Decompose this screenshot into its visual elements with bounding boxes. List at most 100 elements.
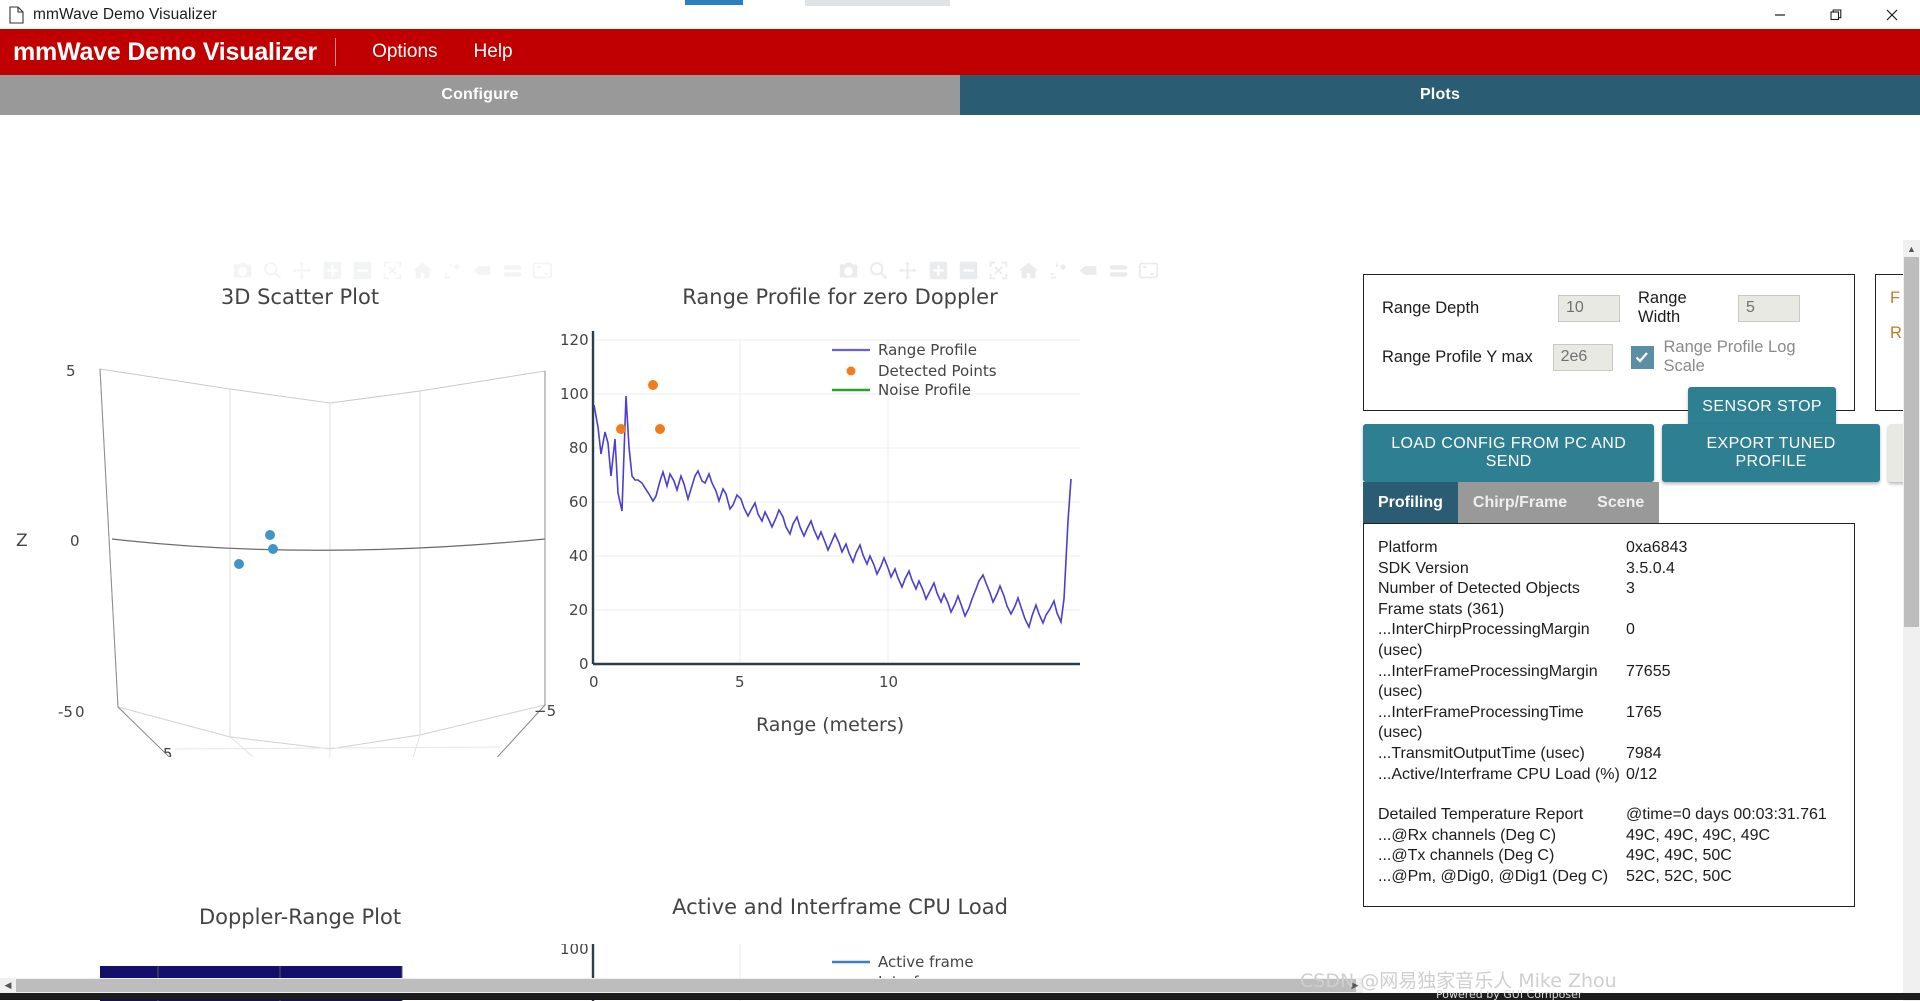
tab-plots[interactable]: Plots: [960, 75, 1920, 115]
horizontal-scroll-thumb[interactable]: [16, 979, 1356, 992]
row-value: [1626, 600, 1854, 621]
table-row: Frame stats (361): [1378, 600, 1854, 621]
minimize-button[interactable]: [1752, 0, 1808, 29]
y-tick-0: 0: [75, 703, 85, 721]
autoscale-icon[interactable]: [988, 260, 1009, 281]
maximize-button[interactable]: [1808, 0, 1864, 29]
3d-scatter-plot[interactable]: 3D Scatter Plot 5 0 -5 Z −5 0: [0, 285, 600, 765]
row-value: 52C, 52C, 50C: [1626, 867, 1854, 888]
zoom-in-icon[interactable]: [322, 260, 343, 281]
compare-data-icon[interactable]: [502, 260, 523, 281]
zoom-icon[interactable]: [262, 260, 283, 281]
horizontal-scrollbar[interactable]: ◀ ▶: [0, 978, 1363, 993]
spike-lines-icon[interactable]: [442, 260, 463, 281]
range-depth-row: Range Depth 10 Range Width 5: [1382, 289, 1836, 327]
row-key: ...@Tx channels (Deg C): [1378, 846, 1626, 867]
export-tuned-profile-button[interactable]: EXPORT TUNED PROFILE: [1662, 424, 1879, 482]
vertical-scroll-thumb[interactable]: [1904, 257, 1919, 627]
row-key: ...TransmitOutputTime (usec): [1378, 744, 1626, 765]
scatter-point: [268, 544, 278, 554]
rp-ytick-120: 120: [560, 331, 589, 349]
rp-xtick-0: 0: [589, 673, 599, 691]
main-tab-bar: Configure Plots: [0, 75, 1920, 115]
show-closest-icon[interactable]: [1078, 260, 1099, 281]
row-key: SDK Version: [1378, 559, 1626, 580]
tab-chirp-frame[interactable]: Chirp/Frame: [1458, 482, 1582, 523]
range-profile-plot[interactable]: Range Profile for zero Doppler 120 100 8…: [560, 285, 1120, 765]
watermark-subtext: Powered by GUI Composer: [1436, 988, 1582, 1001]
table-row: ...@Tx channels (Deg C) 49C, 49C, 50C: [1378, 846, 1854, 867]
range-profile-line: [594, 396, 1071, 627]
window-title: mmWave Demo Visualizer: [33, 6, 217, 24]
autoscale-icon[interactable]: [382, 260, 403, 281]
pan-icon[interactable]: [292, 260, 313, 281]
app-brand-title: mmWave Demo Visualizer: [13, 38, 335, 67]
range-profile-log-scale-label: Range Profile Log Scale: [1664, 338, 1837, 376]
range-profile-log-scale-checkbox[interactable]: [1631, 346, 1653, 369]
camera-icon[interactable]: [232, 260, 253, 281]
home-icon[interactable]: [412, 260, 433, 281]
table-row: Detailed Temperature Report @time=0 days…: [1378, 805, 1854, 826]
row-value: 0xa6843: [1626, 538, 1854, 559]
range-depth-input[interactable]: 10: [1558, 295, 1620, 322]
window-bottom-edge: [0, 993, 1920, 1000]
row-value: 1765: [1626, 703, 1854, 744]
table-row: ...@Pm, @Dig0, @Dig1 (Deg C) 52C, 52C, 5…: [1378, 867, 1854, 888]
window-controls: [1752, 0, 1920, 29]
header-divider: [335, 38, 336, 66]
right-plot-modebar[interactable]: [838, 258, 1159, 282]
row-value: 49C, 49C, 50C: [1626, 846, 1854, 867]
row-value: 0/12: [1626, 765, 1854, 786]
range-ymax-row: Range Profile Y max 2e6 Range Profile Lo…: [1382, 338, 1836, 376]
detected-point: [648, 380, 658, 390]
zoom-icon[interactable]: [868, 260, 889, 281]
range-width-label: Range Width: [1638, 289, 1728, 327]
load-config-button[interactable]: LOAD CONFIG FROM PC AND SEND: [1363, 424, 1654, 482]
app-header: mmWave Demo Visualizer Options Help: [0, 29, 1920, 75]
show-closest-icon[interactable]: [472, 260, 493, 281]
table-row: ...InterFrameProcessingTime (usec) 1765: [1378, 703, 1854, 744]
tab-configure[interactable]: Configure: [0, 75, 960, 115]
scroll-left-arrow-icon[interactable]: ◀: [0, 978, 16, 993]
legend-detected-points: Detected Points: [878, 362, 997, 380]
legend-noise-profile: Noise Profile: [878, 381, 971, 399]
y-tick-5: 5: [163, 745, 173, 757]
profiling-table: Platform 0xa6843 SDK Version 3.5.0.4 Num…: [1363, 523, 1855, 907]
row-value: 3.5.0.4: [1626, 559, 1854, 580]
tab-scene[interactable]: Scene: [1582, 482, 1659, 523]
close-button[interactable]: [1864, 0, 1920, 29]
toggle-fullscreen-icon[interactable]: [1138, 260, 1159, 281]
menu-options[interactable]: Options: [354, 37, 455, 67]
sensor-stop-button[interactable]: SENSOR STOP: [1688, 387, 1836, 427]
vertical-scrollbar[interactable]: ▲ ▼: [1903, 240, 1920, 1001]
zoom-out-icon[interactable]: [352, 260, 373, 281]
zoom-out-icon[interactable]: [958, 260, 979, 281]
left-plot-modebar[interactable]: [232, 258, 553, 282]
table-row: SDK Version 3.5.0.4: [1378, 559, 1854, 580]
pan-icon[interactable]: [898, 260, 919, 281]
toggle-fullscreen-icon[interactable]: [532, 260, 553, 281]
row-value: 77655: [1626, 662, 1854, 703]
browser-tab-indicator: [685, 0, 743, 5]
rp-ytick-100: 100: [560, 385, 589, 403]
row-key: ...@Rx channels (Deg C): [1378, 826, 1626, 847]
camera-icon[interactable]: [838, 260, 859, 281]
document-icon: [9, 6, 24, 24]
scroll-up-arrow-icon[interactable]: ▲: [1903, 240, 1920, 257]
spike-lines-icon[interactable]: [1048, 260, 1069, 281]
rp-ytick-20: 20: [569, 601, 588, 619]
range-width-input[interactable]: 5: [1738, 295, 1800, 322]
cpu-load-title: Active and Interframe CPU Load: [560, 895, 1120, 919]
home-icon[interactable]: [1018, 260, 1039, 281]
doppler-range-title: Doppler-Range Plot: [0, 905, 600, 929]
row-key: Platform: [1378, 538, 1626, 559]
table-row: ...TransmitOutputTime (usec) 7984: [1378, 744, 1854, 765]
zoom-in-icon[interactable]: [928, 260, 949, 281]
compare-data-icon[interactable]: [1108, 260, 1129, 281]
row-key: ...@Pm, @Dig0, @Dig1 (Deg C): [1378, 867, 1626, 888]
menu-help[interactable]: Help: [456, 37, 531, 67]
row-key: ...InterFrameProcessingMargin (usec): [1378, 662, 1626, 703]
tab-profiling[interactable]: Profiling: [1363, 482, 1458, 523]
range-profile-ymax-input[interactable]: 2e6: [1553, 344, 1614, 371]
legend-range-profile: Range Profile: [878, 341, 977, 359]
